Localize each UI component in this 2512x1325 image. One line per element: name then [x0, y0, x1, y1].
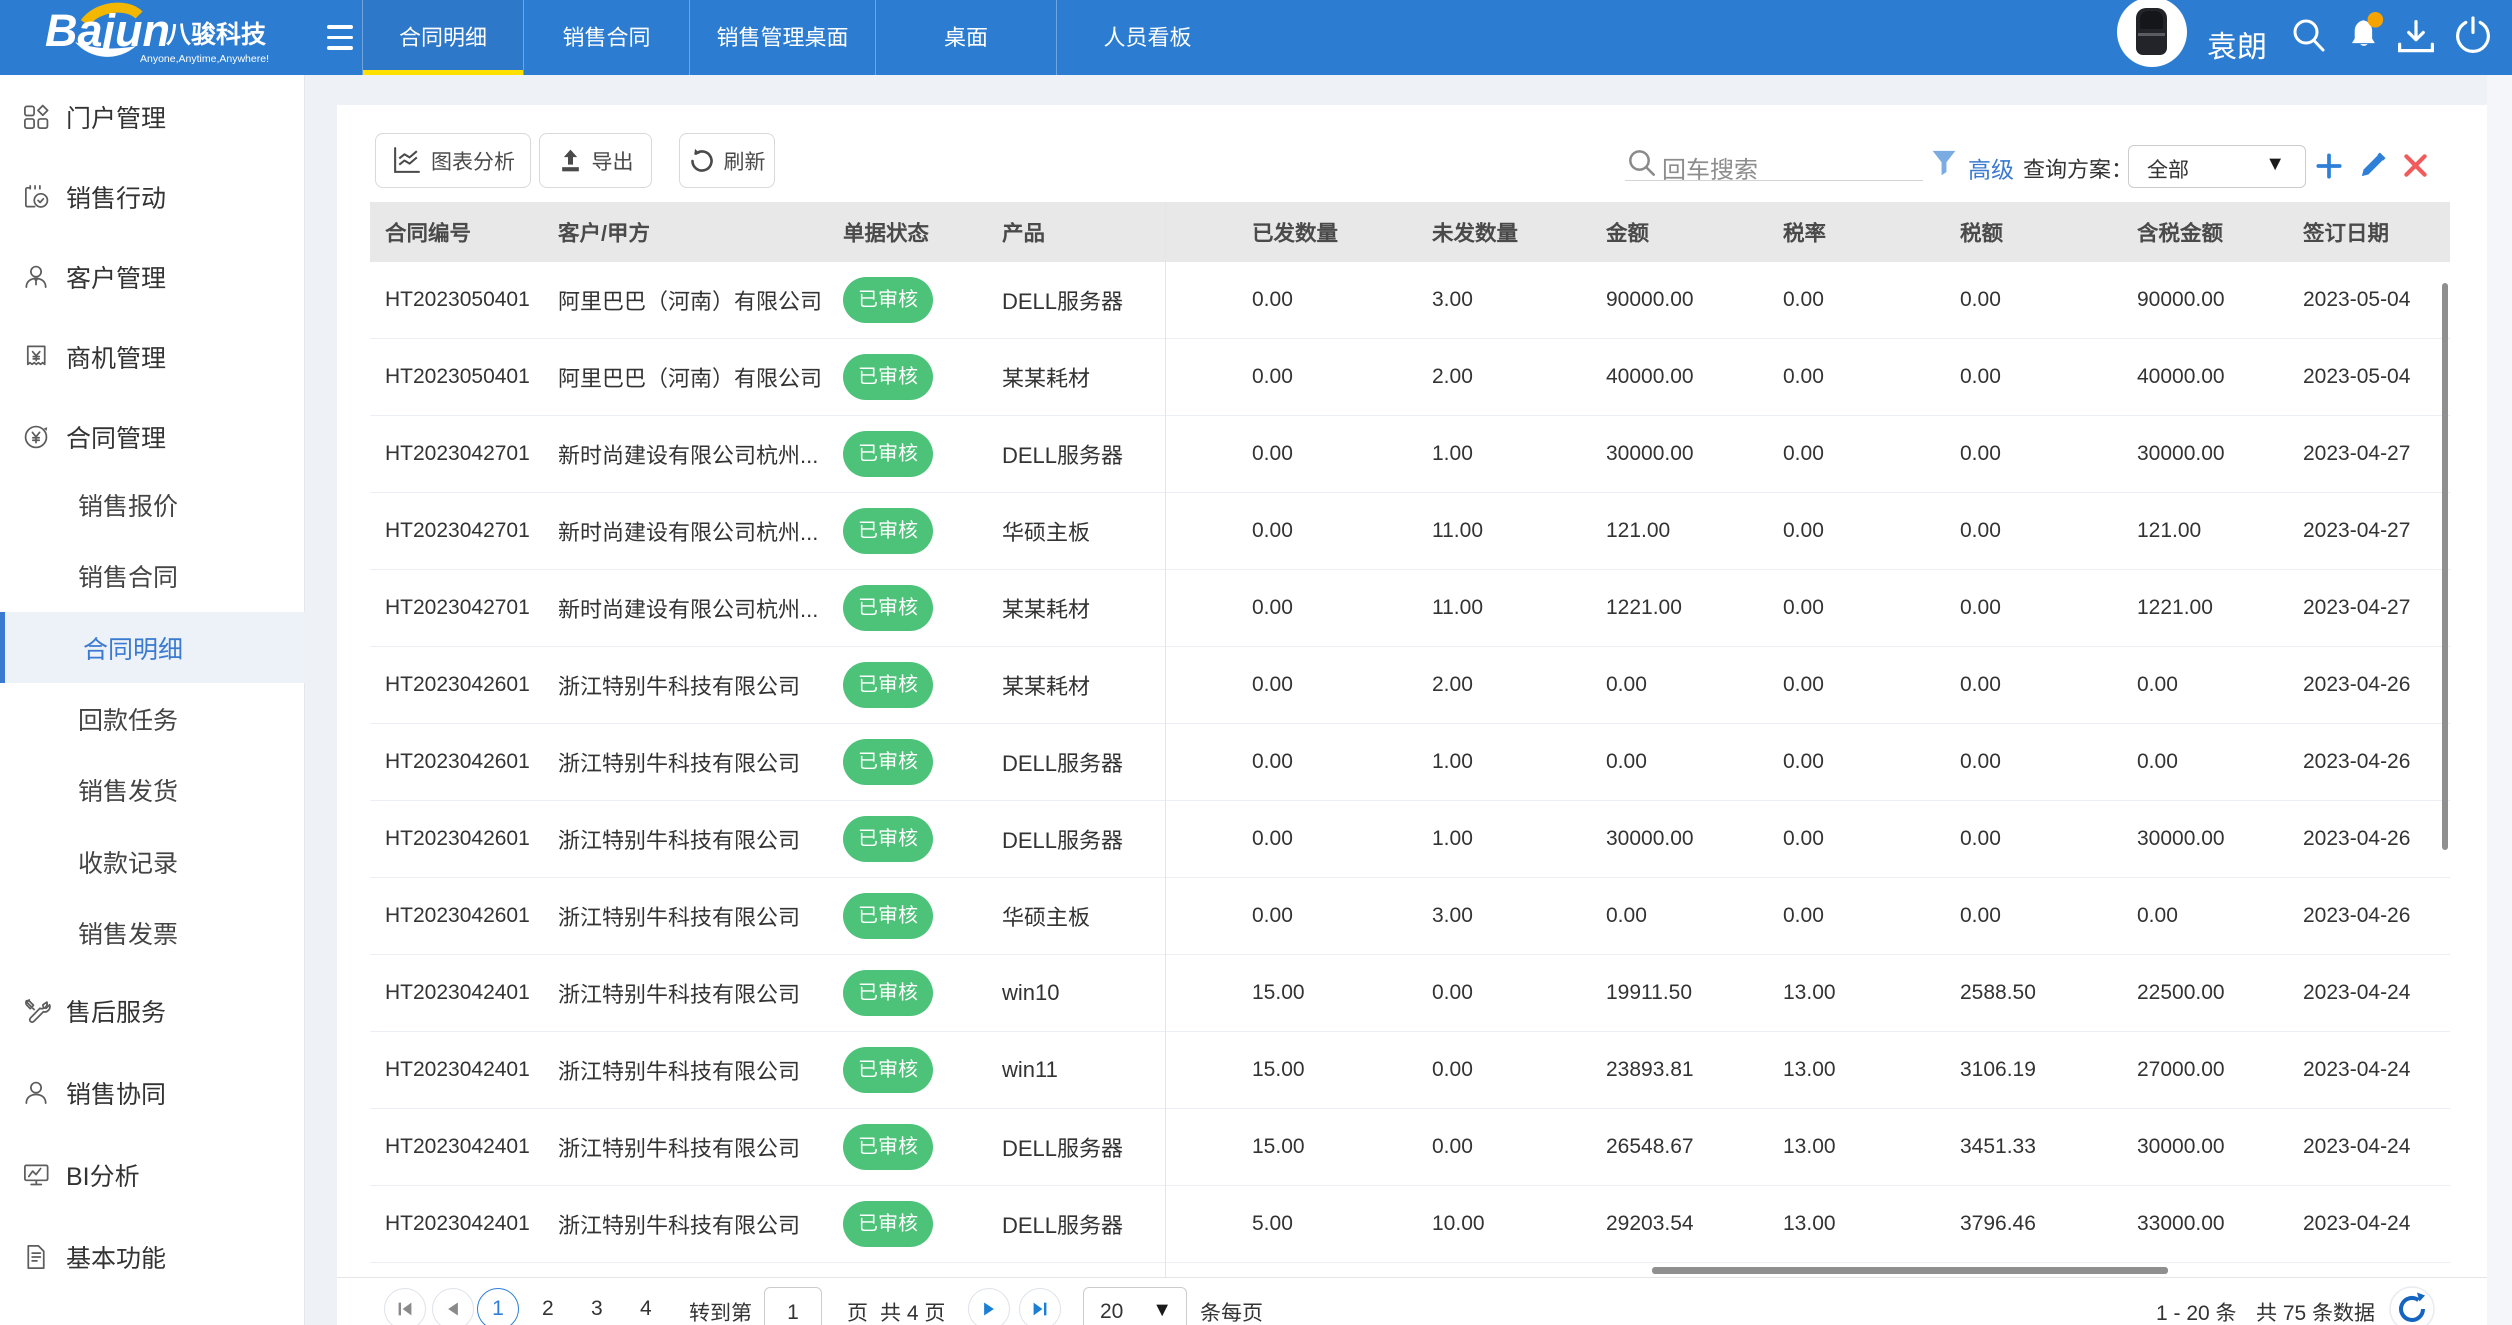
svg-text:八骏科技: 八骏科技	[166, 15, 267, 51]
svg-text:Bajun: Bajun	[45, 5, 170, 56]
svg-text:Anyone,Anytime,Anywhere!: Anyone,Anytime,Anywhere!	[140, 53, 269, 65]
